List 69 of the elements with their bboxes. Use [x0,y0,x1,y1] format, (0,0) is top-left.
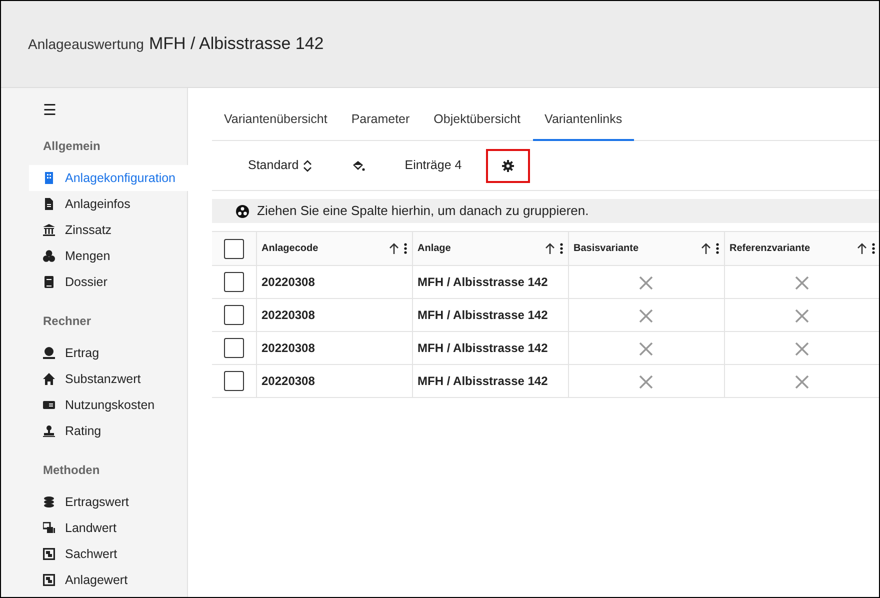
settings-icon [502,160,514,172]
sort-arrow-icon[interactable] [856,243,866,254]
table-cell: 20220308 [256,266,412,298]
group-hint: Ziehen Sie eine Spalte hierhin, um danach zu gruppieren. [257,202,589,220]
coin-icon [43,347,55,359]
kebab-menu-icon[interactable] [716,243,718,254]
stamp-icon [43,425,55,437]
select-all-checkbox[interactable] [224,238,244,258]
row-checkbox[interactable] [224,371,244,391]
image-icon [43,574,55,586]
menu-button[interactable]: ☰ [43,103,56,119]
sort-arrow-icon[interactable] [700,243,710,254]
sidebar-item[interactable]: Anlagewert [29,567,188,593]
section-title: Rechner [43,313,92,330]
tab[interactable]: Variantenlinks [532,100,634,141]
building-icon [43,172,55,184]
sidebar-item[interactable]: Ertragswert [29,489,188,515]
table-cell: 20220308 [256,298,412,332]
column-title: Referenzvariante [730,242,810,256]
squares-icon [43,522,55,534]
sort-arrow-icon[interactable] [388,243,398,254]
group-icon [236,204,249,218]
row-checkbox[interactable] [224,272,244,292]
paint-bucket-icon [352,160,365,172]
table-cell: 20220308 [256,364,412,398]
table-cell: 20220308 [256,332,412,364]
sort-arrow-icon[interactable] [544,243,554,254]
chevron-up-down-icon [302,160,312,172]
document-icon [43,198,55,210]
image-icon [43,548,55,560]
card-icon [43,399,55,411]
section-title: Allgemein [43,138,102,155]
house-icon [43,373,55,385]
table-cell: MFH / Albisstrasse 142 [412,364,568,398]
tab[interactable]: Variantenübersicht [212,100,340,141]
table-cell: MFH / Albisstrasse 142 [412,332,568,364]
entries-count[interactable]: Einträge 4 [388,148,478,182]
sidebar-item[interactable]: Substanzwert [29,366,188,392]
sidebar-item[interactable]: Rating [29,418,188,444]
column-title: Basisvariante [574,242,639,256]
page-title: MFH / Albisstrasse 142 [148,33,324,56]
table-cell: MFH / Albisstrasse 142 [412,266,568,298]
column-title: Anlagecode [262,242,318,256]
sidebar-item[interactable]: Zinssatz [29,217,188,243]
row-checkbox[interactable] [224,338,244,358]
settings-button[interactable] [486,148,530,182]
book-icon [43,276,55,288]
kebab-menu-icon[interactable] [404,243,406,254]
column-title: Anlage [418,242,451,256]
tab[interactable]: Parameter [339,100,422,141]
row-checkbox[interactable] [224,305,244,325]
header-label: Anlageauswertung [28,34,144,54]
tab[interactable]: Objektübersicht [422,100,533,141]
sidebar-item[interactable]: Nutzungskosten [29,392,188,418]
section-title: Methoden [43,462,101,479]
sidebar-item[interactable]: Sachwert [29,541,188,567]
view-select[interactable]: Standard [232,148,328,182]
sidebar-item[interactable]: Landwert [29,515,188,541]
sidebar-item[interactable]: Mengen [29,243,188,269]
coins-icon [43,496,55,508]
sidebar-item[interactable]: Anlageinfos [29,191,188,217]
kebab-menu-icon[interactable] [560,243,562,254]
sidebar-item[interactable]: Ertrag [29,340,188,366]
circles-icon [43,250,55,262]
sidebar-item[interactable]: Dossier [29,269,188,295]
table-cell: MFH / Albisstrasse 142 [412,298,568,332]
sidebar-item[interactable]: Anlagekonfiguration [29,165,188,191]
bank-icon [43,224,55,236]
kebab-menu-icon[interactable] [872,243,874,254]
